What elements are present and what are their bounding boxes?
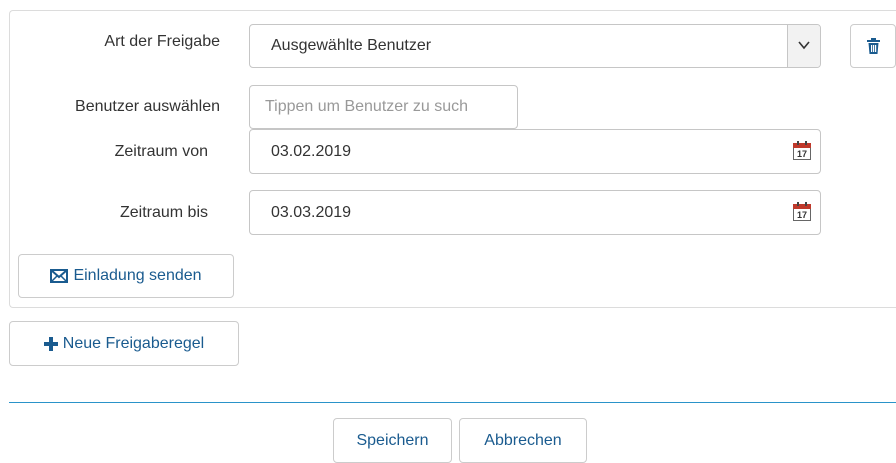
select-dropdown-button[interactable] xyxy=(787,25,820,67)
date-to-label: Zeitraum bis xyxy=(119,204,208,221)
save-button[interactable]: Speichern xyxy=(333,418,452,463)
user-search-input[interactable]: Tippen um Benutzer zu such xyxy=(249,85,518,129)
footer-divider xyxy=(9,402,896,403)
new-share-rule-button[interactable]: Neue Freigaberegel xyxy=(9,321,239,366)
calendar-day: 17 xyxy=(796,149,807,159)
calendar-icon[interactable]: 17 xyxy=(793,141,811,161)
date-to-value: 03.03.2019 xyxy=(271,204,352,221)
calendar-day: 17 xyxy=(796,210,807,220)
date-from-value: 03.02.2019 xyxy=(271,143,352,160)
date-to-input[interactable]: 03.03.2019 17 xyxy=(249,190,821,235)
plus-icon xyxy=(43,336,58,351)
share-type-value: Ausgewählte Benutzer xyxy=(271,37,432,54)
date-from-label: Zeitraum von xyxy=(114,143,208,160)
envelope-icon xyxy=(50,269,69,283)
share-type-label: Art der Freigabe xyxy=(104,33,220,50)
user-search-placeholder: Tippen um Benutzer zu such xyxy=(265,98,469,115)
share-type-select[interactable]: Ausgewählte Benutzer xyxy=(249,24,821,68)
calendar-icon[interactable]: 17 xyxy=(793,202,811,222)
user-select-label: Benutzer auswählen xyxy=(75,98,220,115)
trash-icon xyxy=(866,38,880,54)
date-from-input[interactable]: 03.02.2019 17 xyxy=(249,129,821,174)
send-invitation-label: Einladung senden xyxy=(73,267,202,284)
send-invitation-button[interactable]: Einladung senden xyxy=(18,254,234,298)
new-share-rule-label: Neue Freigaberegel xyxy=(62,334,205,352)
chevron-down-icon xyxy=(798,41,810,50)
cancel-button[interactable]: Abbrechen xyxy=(459,418,587,463)
delete-rule-button[interactable] xyxy=(850,24,896,68)
